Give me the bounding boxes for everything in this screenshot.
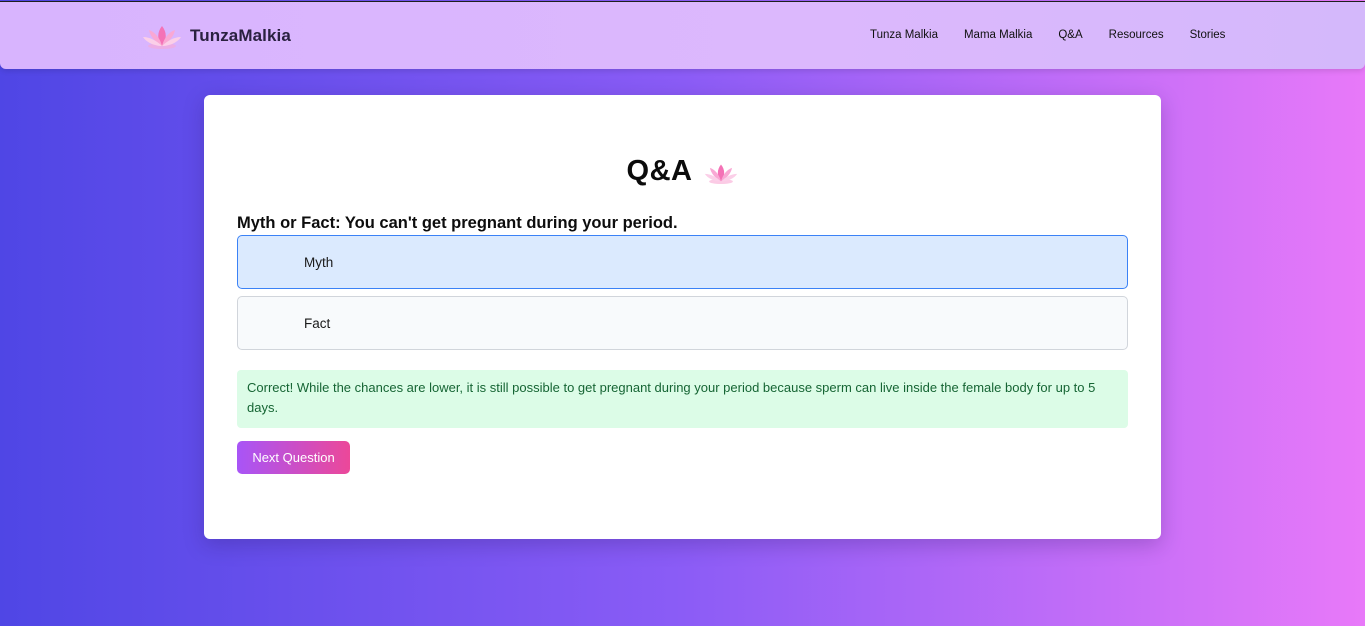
answer-option-fact[interactable]: Fact bbox=[237, 296, 1128, 350]
feedback-message: Correct! While the chances are lower, it… bbox=[237, 370, 1128, 428]
question-text: Myth or Fact: You can't get pregnant dur… bbox=[237, 214, 678, 232]
nav-link-stories[interactable]: Stories bbox=[1190, 29, 1226, 41]
answer-option-myth[interactable]: Myth bbox=[237, 235, 1128, 289]
next-question-button[interactable]: Next Question bbox=[237, 441, 350, 474]
title-row: Q&A bbox=[204, 155, 1161, 188]
lotus-icon bbox=[705, 164, 738, 184]
nav-link-qa[interactable]: Q&A bbox=[1058, 29, 1082, 41]
nav-link-mama-malkia[interactable]: Mama Malkia bbox=[964, 29, 1032, 41]
main-nav: Tunza Malkia Mama Malkia Q&A Resources S… bbox=[870, 29, 1251, 41]
nav-link-resources[interactable]: Resources bbox=[1109, 29, 1164, 41]
brand-name: TunzaMalkia bbox=[190, 26, 291, 45]
quiz-card: Q&A Myth or Fact: You can't get pregnant… bbox=[204, 95, 1161, 539]
nav-link-tunza-malkia[interactable]: Tunza Malkia bbox=[870, 29, 938, 41]
answer-option-label: Myth bbox=[304, 254, 334, 270]
page-title: Q&A bbox=[626, 155, 693, 187]
brand[interactable]: TunzaMalkia bbox=[142, 22, 291, 50]
top-navbar: TunzaMalkia Tunza Malkia Mama Malkia Q&A… bbox=[0, 1, 1365, 69]
answer-option-label: Fact bbox=[304, 315, 331, 331]
lotus-icon bbox=[143, 26, 181, 49]
